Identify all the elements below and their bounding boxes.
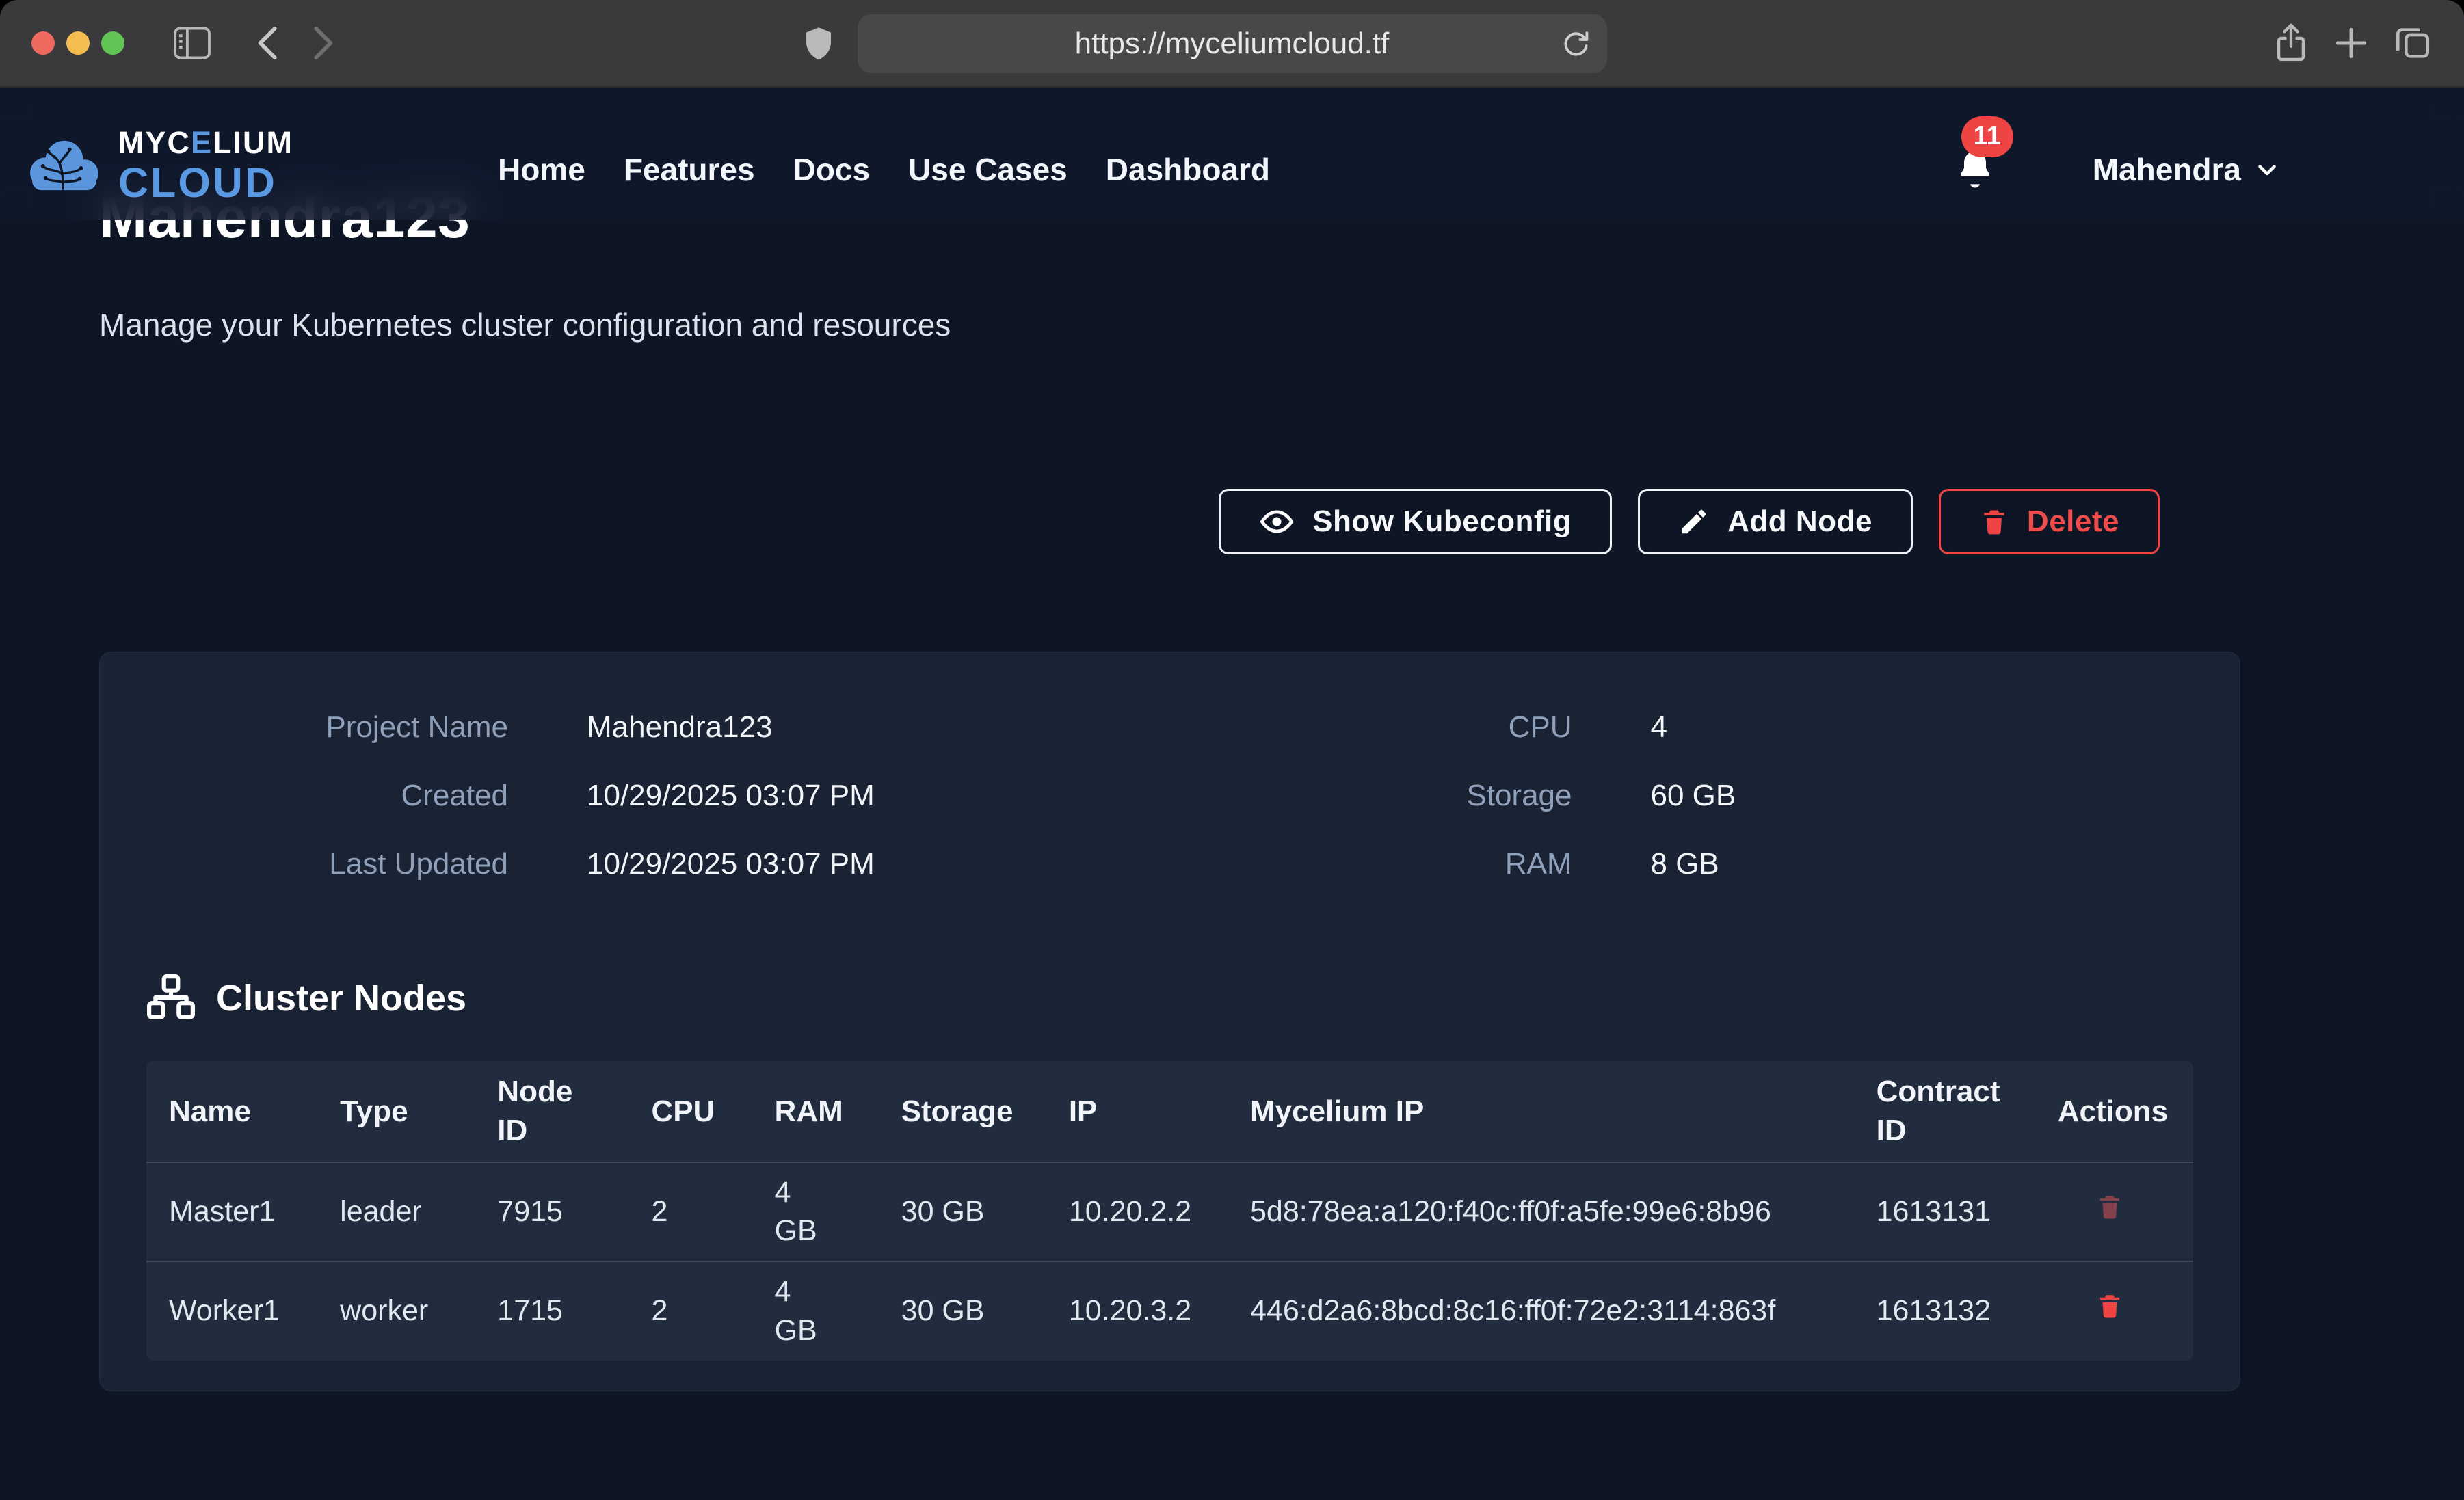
window-controls (31, 31, 124, 55)
chevron-down-icon (2255, 157, 2279, 182)
col-ram: RAM (752, 1061, 879, 1162)
cluster-card: Project Name Mahendra123 Created 10/29/2… (99, 652, 2240, 1391)
info-row-cpu: CPU 4 (1170, 693, 2194, 762)
col-storage: Storage (879, 1061, 1046, 1162)
info-row-created: Created 10/29/2025 03:07 PM (146, 762, 1170, 830)
cluster-info: Project Name Mahendra123 Created 10/29/2… (146, 693, 2193, 898)
table-row: Worker1 worker 1715 2 4 GB 30 GB 10.20.3… (146, 1261, 2193, 1361)
trash-icon (2095, 1291, 2124, 1320)
info-row-ram: RAM 8 GB (1170, 830, 2194, 898)
tab-overview-icon[interactable] (2393, 23, 2433, 63)
page-subtitle: Manage your Kubernetes cluster configura… (99, 306, 2240, 344)
new-tab-plus-icon[interactable] (2333, 25, 2370, 62)
site-navbar: MYCELIUM CLOUD Home Features Docs Use Ca… (0, 88, 2464, 220)
brand-logo[interactable]: MYCELIUM CLOUD (24, 127, 293, 204)
forward-button-icon[interactable] (312, 25, 336, 61)
nav-link-use-cases[interactable]: Use Cases (908, 151, 1068, 188)
brand-wordmark: MYCELIUM CLOUD (118, 127, 293, 204)
url-text: https://myceliumcloud.tf (1075, 27, 1390, 61)
browser-toolbar: https://myceliumcloud.tf (0, 0, 2464, 88)
privacy-shield-icon[interactable] (803, 26, 834, 63)
reload-icon[interactable] (1559, 27, 1592, 59)
delete-node-button[interactable] (2095, 1291, 2124, 1320)
zoom-window-button[interactable] (101, 31, 124, 55)
notification-count-badge: 11 (1961, 116, 2013, 157)
nav-link-home[interactable]: Home (498, 151, 585, 188)
cluster-nodes-icon (146, 974, 196, 1023)
cluster-nodes-heading: Cluster Nodes (146, 974, 2193, 1023)
table-row: Master1 leader 7915 2 4 GB 30 GB 10.20.2… (146, 1162, 2193, 1261)
col-node-id: Node ID (475, 1061, 628, 1162)
info-row-project-name: Project Name Mahendra123 (146, 693, 1170, 762)
nodes-table: Name Type Node ID CPU RAM Storage IP Myc… (146, 1061, 2193, 1361)
show-kubeconfig-button[interactable]: Show Kubeconfig (1219, 489, 1612, 554)
sidebar-toggle-icon[interactable] (172, 26, 212, 60)
col-cpu: CPU (628, 1061, 752, 1162)
delete-cluster-button[interactable]: Delete (1939, 489, 2160, 554)
nav-links: Home Features Docs Use Cases Dashboard (498, 88, 1270, 220)
table-header-row: Name Type Node ID CPU RAM Storage IP Myc… (146, 1061, 2193, 1162)
user-menu[interactable]: Mahendra (2093, 151, 2279, 188)
toolbar-right-actions (2273, 22, 2433, 64)
user-name: Mahendra (2093, 151, 2241, 188)
add-node-button[interactable]: Add Node (1638, 489, 1913, 554)
trash-icon (1979, 507, 2009, 537)
notifications-bell-icon[interactable]: 11 (1953, 148, 1997, 191)
cluster-actions: Show Kubeconfig Add Node Delete (99, 489, 2160, 554)
info-row-storage: Storage 60 GB (1170, 762, 2194, 830)
col-contract-id: Contract ID (1854, 1061, 2035, 1162)
col-type: Type (317, 1061, 475, 1162)
col-actions: Actions (2035, 1061, 2193, 1162)
col-ip: IP (1046, 1061, 1228, 1162)
close-window-button[interactable] (31, 31, 55, 55)
mycelium-cloud-logo-icon (24, 135, 105, 196)
share-icon[interactable] (2273, 22, 2309, 64)
nav-link-dashboard[interactable]: Dashboard (1106, 151, 1270, 188)
minimize-window-button[interactable] (66, 31, 90, 55)
nav-link-features[interactable]: Features (624, 151, 755, 188)
nav-right: 11 Mahendra (1953, 88, 2279, 220)
delete-node-button[interactable] (2095, 1192, 2124, 1221)
main-content: Mahendra123 Manage your Kubernetes clust… (0, 88, 2464, 1500)
info-row-last-updated: Last Updated 10/29/2025 03:07 PM (146, 830, 1170, 898)
page-viewport: Mahendra123 Manage your Kubernetes clust… (0, 88, 2464, 1500)
brand-e-glyph: E (191, 125, 213, 160)
col-mycelium-ip: Mycelium IP (1228, 1061, 1854, 1162)
pencil-icon (1678, 506, 1710, 537)
browser-window: https://myceliumcloud.tf (0, 0, 2464, 1500)
address-bar[interactable]: https://myceliumcloud.tf (858, 14, 1607, 73)
col-name: Name (146, 1061, 317, 1162)
nav-link-docs[interactable]: Docs (793, 151, 870, 188)
trash-icon (2095, 1192, 2124, 1221)
back-button-icon[interactable] (254, 25, 279, 61)
eye-icon (1259, 504, 1295, 539)
